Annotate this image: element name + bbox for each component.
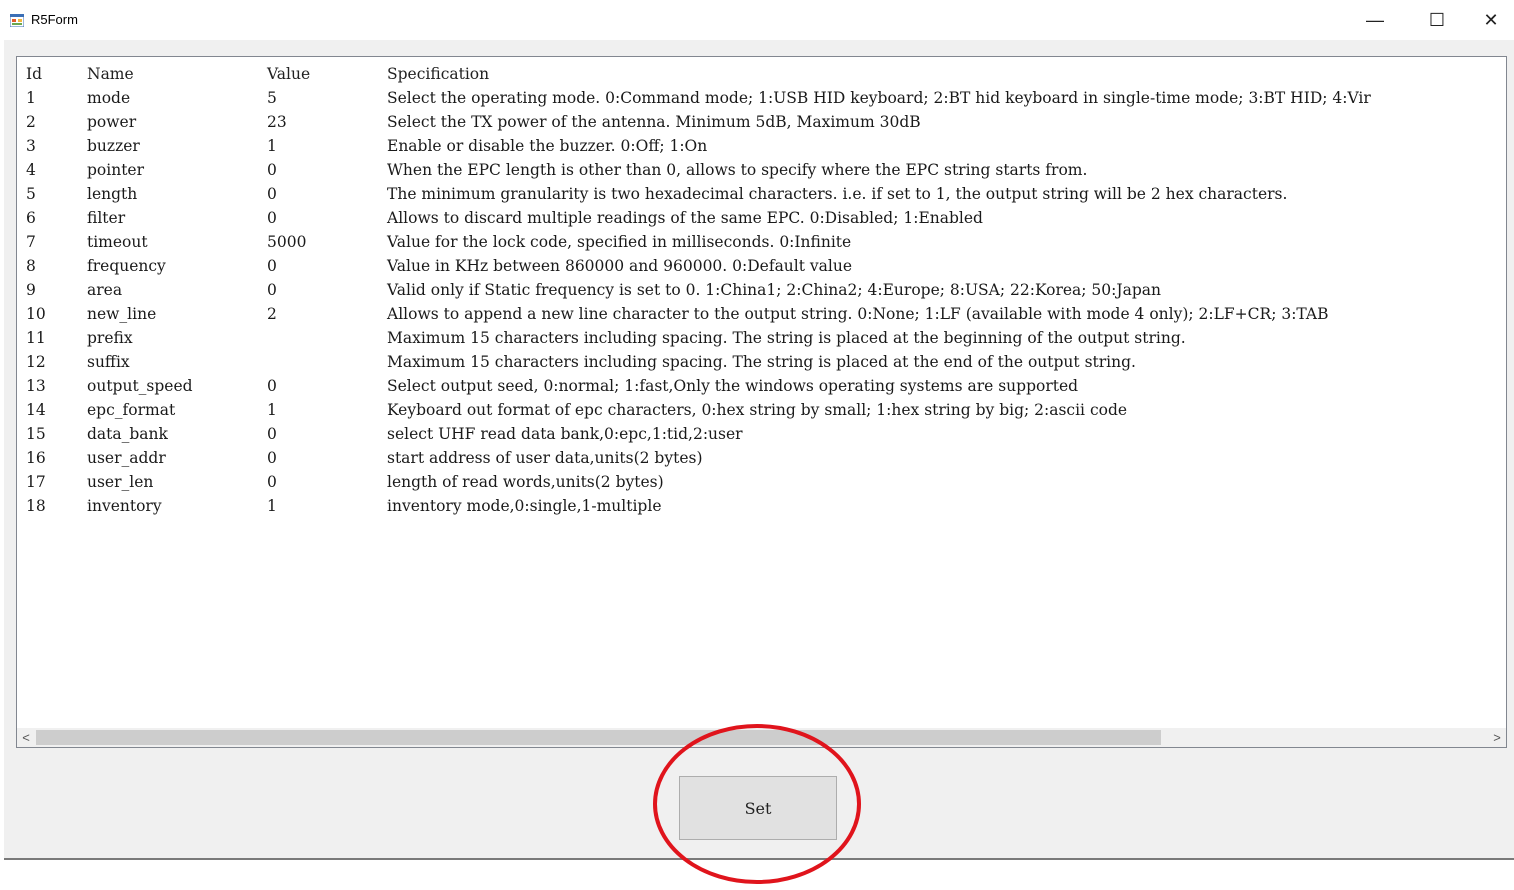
cell-id: 4	[26, 161, 36, 179]
cell-value: 2	[267, 305, 277, 323]
cell-name: buzzer	[87, 137, 140, 155]
cell-specification: start address of user data,units(2 bytes…	[387, 449, 703, 467]
minimize-button[interactable]: —	[1360, 6, 1390, 34]
cell-id: 15	[26, 425, 46, 443]
cell-specification: When the EPC length is other than 0, all…	[387, 161, 1088, 179]
cell-id: 13	[26, 377, 46, 395]
window-title: R5Form	[31, 12, 78, 27]
cell-id: 9	[26, 281, 36, 299]
cell-id: 14	[26, 401, 46, 419]
r5form-window: R5Form — ☐ ✕ Id Name Value Specification…	[4, 0, 1514, 860]
cell-name: suffix	[87, 353, 130, 371]
cell-name: user_len	[87, 473, 154, 491]
maximize-button[interactable]: ☐	[1422, 6, 1452, 34]
cell-id: 16	[26, 449, 46, 467]
cell-id: 18	[26, 497, 46, 515]
cell-specification: length of read words,units(2 bytes)	[387, 473, 664, 491]
app-form-icon	[10, 14, 24, 27]
cell-specification: Select the TX power of the antenna. Mini…	[387, 113, 921, 131]
set-button[interactable]: Set	[679, 776, 837, 840]
cell-specification: Allows to append a new line character to…	[387, 305, 1329, 323]
cell-specification: select UHF read data bank,0:epc,1:tid,2:…	[387, 425, 743, 443]
cell-specification: Select the operating mode. 0:Command mod…	[387, 89, 1371, 107]
cell-name: power	[87, 113, 137, 131]
cell-specification: Value in KHz between 860000 and 960000. …	[387, 257, 853, 275]
cell-value: 1	[267, 401, 277, 419]
cell-name: prefix	[87, 329, 133, 347]
cell-specification: Maximum 15 characters including spacing.…	[387, 329, 1186, 347]
parameter-list-body: Id Name Value Specification 1 mode 5 Select…	[17, 57, 1506, 728]
column-header-specification[interactable]: Specification	[387, 62, 489, 86]
cell-specification: Valid only if Static frequency is set to…	[387, 281, 1161, 299]
column-header-name[interactable]: Name	[87, 62, 134, 86]
cell-name: filter	[87, 209, 126, 227]
cell-value: 0	[267, 209, 277, 227]
cell-id: 1	[26, 89, 36, 107]
cell-name: inventory	[87, 497, 162, 515]
close-button[interactable]: ✕	[1476, 6, 1506, 34]
cell-name: frequency	[87, 257, 166, 275]
cell-specification: Keyboard out format of epc characters, 0…	[387, 401, 1128, 419]
cell-value: 0	[267, 473, 277, 491]
chevron-left-icon[interactable]: <	[17, 728, 35, 747]
cell-id: 17	[26, 473, 46, 491]
close-icon: ✕	[1483, 9, 1499, 30]
cell-value: 0	[267, 281, 277, 299]
cell-id: 7	[26, 233, 36, 251]
cell-specification: Allows to discard multiple readings of t…	[387, 209, 983, 227]
cell-value: 0	[267, 161, 277, 179]
cell-value: 0	[267, 185, 277, 203]
cell-specification: inventory mode,0:single,1-multiple	[387, 497, 662, 515]
cell-value: 5	[267, 89, 277, 107]
cell-value: 0	[267, 257, 277, 275]
cell-name: mode	[87, 89, 131, 107]
maximize-icon: ☐	[1428, 9, 1446, 30]
column-header-id[interactable]: Id	[26, 62, 42, 86]
cell-name: area	[87, 281, 123, 299]
cell-name: length	[87, 185, 138, 203]
title-bar[interactable]: R5Form — ☐ ✕	[4, 0, 1514, 40]
cell-value: 0	[267, 425, 277, 443]
cell-id: 3	[26, 137, 36, 155]
parameter-list-view[interactable]: Id Name Value Specification 1 mode 5 Select…	[16, 56, 1507, 748]
chevron-right-icon[interactable]: >	[1488, 728, 1506, 747]
cell-id: 2	[26, 113, 36, 131]
cell-value: 1	[267, 497, 277, 515]
horizontal-scrollbar[interactable]: < >	[17, 728, 1506, 747]
cell-id: 11	[26, 329, 46, 347]
cell-id: 8	[26, 257, 36, 275]
cell-name: pointer	[87, 161, 145, 179]
cell-name: output_speed	[87, 377, 193, 395]
column-header-value[interactable]: Value	[267, 62, 310, 86]
cell-value: 0	[267, 377, 277, 395]
cell-specification: Maximum 15 characters including spacing.…	[387, 353, 1136, 371]
cell-id: 10	[26, 305, 46, 323]
minimize-icon: —	[1366, 9, 1384, 30]
cell-value: 0	[267, 449, 277, 467]
cell-specification: Enable or disable the buzzer. 0:Off; 1:O…	[387, 137, 708, 155]
cell-name: user_addr	[87, 449, 166, 467]
cell-specification: The minimum granularity is two hexadecim…	[387, 185, 1288, 203]
cell-id: 6	[26, 209, 36, 227]
cell-name: epc_format	[87, 401, 176, 419]
cell-specification: Select output seed, 0:normal; 1:fast,Onl…	[387, 377, 1079, 395]
cell-specification: Value for the lock code, specified in mi…	[387, 233, 852, 251]
cell-value: 1	[267, 137, 277, 155]
cell-id: 5	[26, 185, 36, 203]
cell-value: 5000	[267, 233, 307, 251]
cell-name: data_bank	[87, 425, 168, 443]
cell-name: timeout	[87, 233, 148, 251]
scrollbar-thumb[interactable]	[36, 730, 1161, 745]
cell-value: 23	[267, 113, 287, 131]
cell-id: 12	[26, 353, 46, 371]
cell-name: new_line	[87, 305, 157, 323]
